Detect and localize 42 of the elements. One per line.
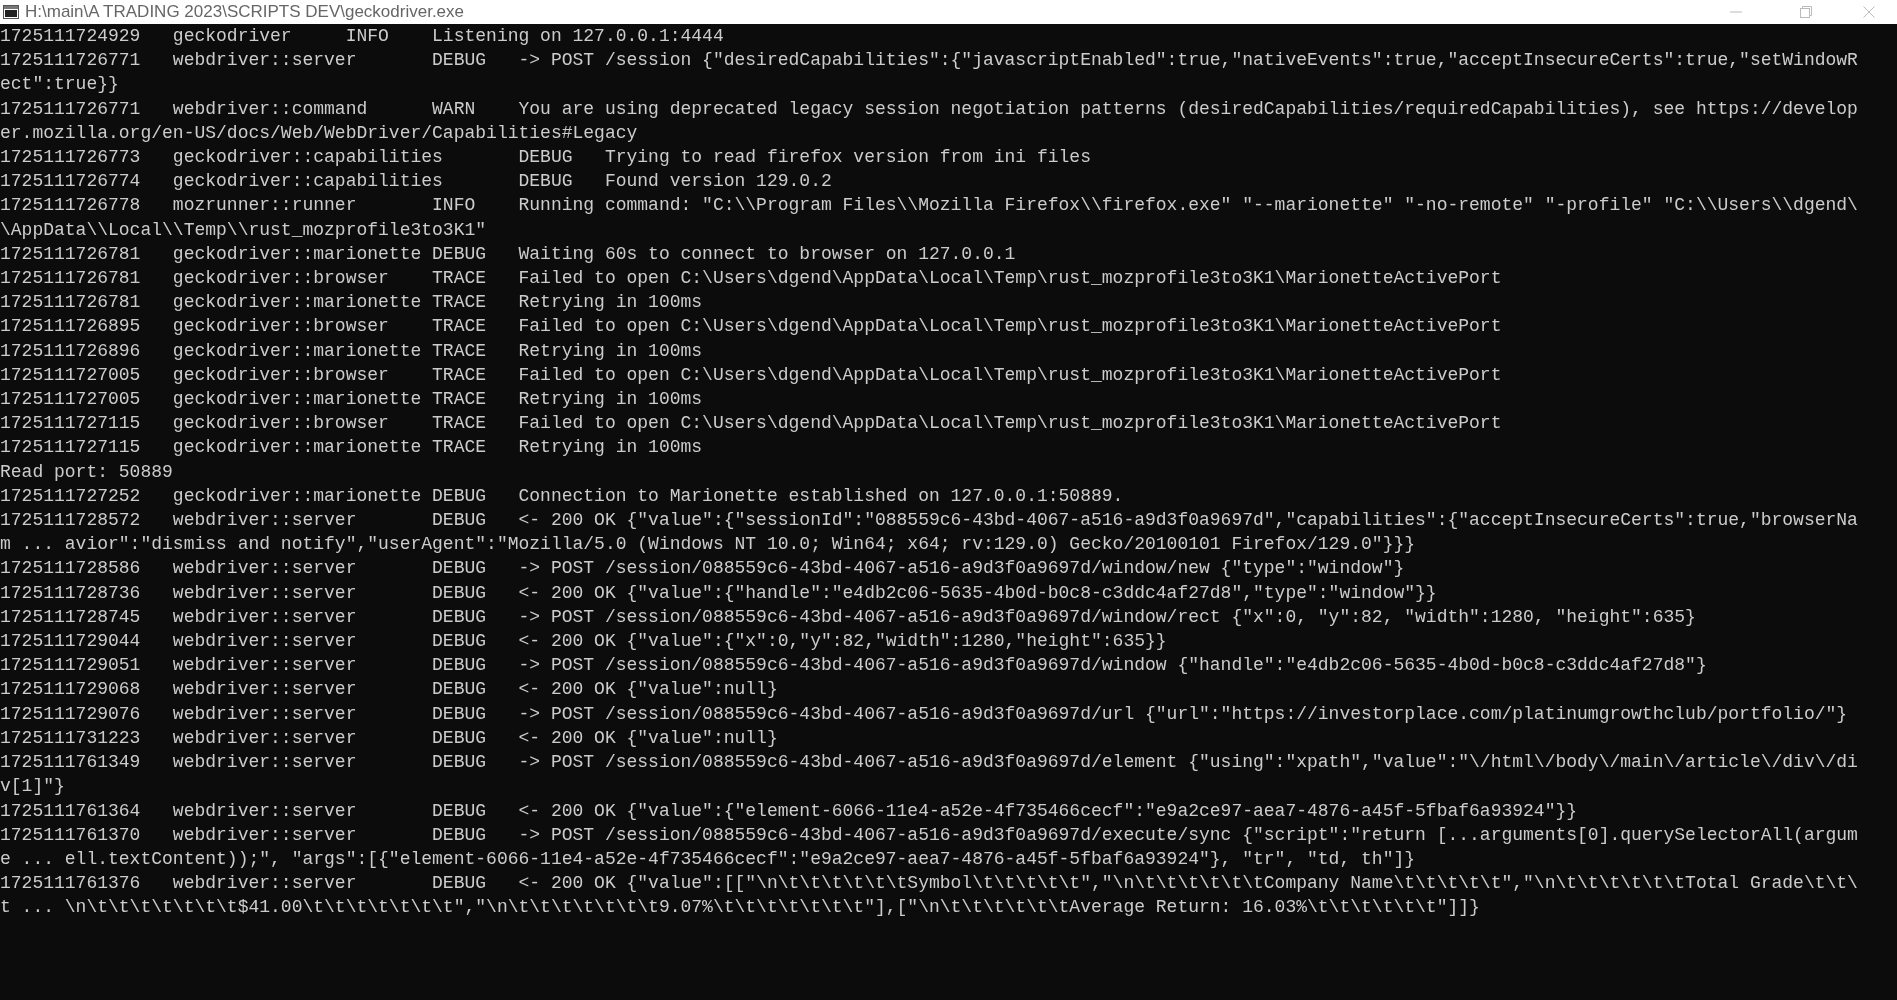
- minimize-icon: [1730, 11, 1742, 13]
- console-line: 1725111729051 webdriver::server DEBUG -> POST /session/088559c6-43bd-4067-a516-a9d3f0a9697d/window {"handle":"e4db2c06-5635-4b0d-b0c8-c3ddc4af27d8"}: [0, 654, 1707, 678]
- console-line: 1725111726778 mozrunner::runner INFO Running command: "C:\\Program Files\\Mozilla Firefox\\firefox.exe" "--marionette" "-no-remote" "-profile" "C:\\Users\\dgend\: [0, 194, 1858, 218]
- console-line: ect":true}}: [0, 73, 119, 97]
- console-line: 1725111727252 geckodriver::marionette DEBUG Connection to Marionette established on 127.0.0.1:50889.: [0, 484, 1124, 508]
- console-line: 1725111727005 geckodriver::browser TRACE Failed to open C:\Users\dgend\AppData\Local\Temp\rust_mozprofile3to3K1\MarionetteActivePort: [0, 363, 1502, 387]
- console-window-icon: [3, 5, 19, 19]
- console-line: e ... ell.textContent));", "args":[{"element-6066-11e4-a52e-4f735466cecf":"e9a2ce97-aea7-4876-a45f-5fbaf6a93924"}, "tr", "td, th"]}: [0, 847, 1416, 871]
- window-title: H:\main\A TRADING 2023\SCRIPTS DEV\geckodriver.exe: [25, 1, 465, 24]
- console-line: 1725111726781 geckodriver::marionette DEBUG Waiting 60s to connect to browser on 127.0.0.1: [0, 242, 1016, 266]
- console-line: er.mozilla.org/en-US/docs/Web/WebDriver/Capabilities#Legacy: [0, 121, 638, 145]
- console-line: 1725111726771 webdriver::server DEBUG -> POST /session {"desiredCapabilities":{"javascriptEnabled":true,"nativeEvents":true,"acceptInsecureCerts":true,"setWindowR: [0, 49, 1858, 73]
- console-line: 1725111729068 webdriver::server DEBUG <- 200 OK {"value":null}: [0, 678, 778, 702]
- console-line: t ... \n\t\t\t\t\t\t\t$41.00\t\t\t\t\t\t\t","\n\t\t\t\t\t\t\t9.07%\t\t\t\t\t\t\t"],["\n\t\t\t\t\t\tAverage Return: 16.03%\t\t\t\t\t\t"]]}: [0, 896, 1480, 920]
- console-line: 1725111728736 webdriver::server DEBUG <- 200 OK {"value":{"handle":"e4db2c06-5635-4b0d-b0c8-c3ddc4af27d8","type":"window"}}: [0, 581, 1437, 605]
- console-line: 1725111727005 geckodriver::marionette TRACE Retrying in 100ms: [0, 388, 703, 412]
- console-line: 1725111727115 geckodriver::marionette TRACE Retrying in 100ms: [0, 436, 703, 460]
- console-line: 1725111726773 geckodriver::capabilities DEBUG Trying to read firefox version from ini files: [0, 146, 1091, 169]
- console-line: 1725111761349 webdriver::server DEBUG -> POST /session/088559c6-43bd-4067-a516-a9d3f0a9697d/element {"using":"xpath","value":"\/html\/body\/main\/article\/div\/di: [0, 751, 1858, 775]
- console-line: 1725111726774 geckodriver::capabilities DEBUG Found version 129.0.2: [0, 170, 832, 194]
- console-line: Read port: 50889: [0, 460, 173, 484]
- console-line: 1725111724929 geckodriver INFO Listening on 127.0.0.1:4444: [0, 25, 724, 48]
- console-line: 1725111726896 geckodriver::marionette TRACE Retrying in 100ms: [0, 339, 703, 363]
- console-line: 1725111726781 geckodriver::browser TRACE Failed to open C:\Users\dgend\AppData\Local\Temp\rust_mozprofile3to3K1\MarionetteActivePort: [0, 267, 1502, 291]
- console-line: 1725111761364 webdriver::server DEBUG <- 200 OK {"value":{"element-6066-11e4-a52e-4f735466cecf":"e9a2ce97-aea7-4876-a45f-5fbaf6a93924"}}: [0, 799, 1578, 823]
- console-line: 1725111726895 geckodriver::browser TRACE Failed to open C:\Users\dgend\AppData\Local\Temp\rust_mozprofile3to3K1\MarionetteActivePort: [0, 315, 1502, 339]
- console-line: 1725111761376 webdriver::server DEBUG <- 200 OK {"value":[["\n\t\t\t\t\t\tSymbol\t\t\t\t\t","\n\t\t\t\t\t\tCompany Name\t\t\t\t\t","\n\t\t\t\t\t\tTotal Grade\t\t\: [0, 872, 1858, 896]
- console-line: 1725111726781 geckodriver::marionette TRACE Retrying in 100ms: [0, 291, 703, 315]
- console-line: m ... avior":"dismiss and notify","userAgent":"Mozilla/5.0 (Windows NT 10.0; Win64; x64; rv:129.0) Gecko/20100101 Firefox/129.0"}}}: [0, 533, 1416, 557]
- console-line: 1725111728745 webdriver::server DEBUG -> POST /session/088559c6-43bd-4067-a516-a9d3f0a9697d/window/rect {"x":0, "y":82, "width":1280, "height":635}: [0, 605, 1696, 629]
- console-line: v[1]"}: [0, 775, 65, 799]
- console-line: 1725111728586 webdriver::server DEBUG -> POST /session/088559c6-43bd-4067-a516-a9d3f0a9697d/window/new {"type":"window"}: [0, 557, 1405, 581]
- console-line: 1725111731223 webdriver::server DEBUG <- 200 OK {"value":null}: [0, 726, 778, 750]
- restore-icon: [1800, 6, 1812, 18]
- console-line: 1725111728572 webdriver::server DEBUG <- 200 OK {"value":{"sessionId":"088559c6-43bd-4067-a516-a9d3f0a9697d","capabilities":{"acceptInsecureCerts":true,"browserNa: [0, 509, 1858, 533]
- console-line: 1725111761370 webdriver::server DEBUG -> POST /session/088559c6-43bd-4067-a516-a9d3f0a9697d/execute/sync {"script":"return [...arguments[0].querySelectorAll(argum: [0, 823, 1858, 847]
- close-icon: [1863, 6, 1875, 18]
- console-line: 1725111729076 webdriver::server DEBUG -> POST /session/088559c6-43bd-4067-a516-a9d3f0a9697d/url {"url":"https://investorplace.com/platinumgrowthclub/portfolio/"}: [0, 702, 1848, 726]
- console-line: 1725111726771 webdriver::command WARN You are using deprecated legacy session negotiation patterns (desiredCapabilities/requiredCapabilities), see https://develop: [0, 97, 1858, 121]
- console-line: 1725111729044 webdriver::server DEBUG <- 200 OK {"value":{"x":0,"y":82,"width":1280,"height":635}}: [0, 630, 1167, 654]
- console-line: \AppData\\Local\\Temp\\rust_mozprofile3to3K1": [0, 218, 487, 242]
- console-line: 1725111727115 geckodriver::browser TRACE Failed to open C:\Users\dgend\AppData\Local\Temp\rust_mozprofile3to3K1\MarionetteActivePort: [0, 412, 1502, 436]
